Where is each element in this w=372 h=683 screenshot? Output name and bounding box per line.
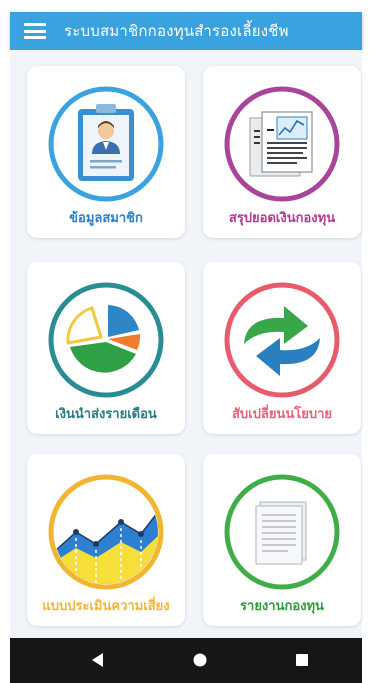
back-icon xyxy=(92,653,103,667)
risk-assessment-icon xyxy=(46,472,166,592)
hamburger-menu-icon[interactable] xyxy=(24,23,46,39)
recent-apps-button[interactable] xyxy=(272,638,332,683)
menu-grid: ข้อมูลสมาชิก สรุปยอดเงินกองทุน เงินนำส่ง… xyxy=(10,50,362,638)
menu-label-fund-report: รายงานกองทุน xyxy=(240,599,324,614)
menu-label-member-info: ข้อมูลสมาชิก xyxy=(69,211,143,226)
menu-card-risk-assessment[interactable]: แบบประเมินความเสี่ยง xyxy=(27,454,185,626)
fund-report-icon xyxy=(222,472,342,592)
app-bar: ระบบสมาชิกกองทุนสำรองเลี้ยงชีพ xyxy=(10,12,362,50)
menu-card-member-info[interactable]: ข้อมูลสมาชิก xyxy=(27,66,185,238)
recent-apps-icon xyxy=(296,654,308,666)
home-icon xyxy=(193,653,207,667)
app-title: ระบบสมาชิกกองทุนสำรองเลี้ยงชีพ xyxy=(64,22,289,40)
switch-policy-icon xyxy=(222,280,342,400)
menu-card-fund-summary[interactable]: สรุปยอดเงินกองทุน xyxy=(203,66,361,238)
home-button[interactable] xyxy=(170,638,230,683)
menu-card-fund-report[interactable]: รายงานกองทุน xyxy=(203,454,361,626)
menu-label-switch-policy: สับเปลี่ยนนโยบาย xyxy=(231,407,332,422)
menu-label-monthly-contribution: เงินนำส่งรายเดือน xyxy=(55,407,157,422)
menu-card-switch-policy[interactable]: สับเปลี่ยนนโยบาย xyxy=(203,262,361,434)
back-button[interactable] xyxy=(68,638,128,683)
phone-screen: ระบบสมาชิกกองทุนสำรองเลี้ยงชีพ ข้อมูลสมา… xyxy=(0,0,372,683)
menu-card-monthly-contribution[interactable]: เงินนำส่งรายเดือน xyxy=(27,262,185,434)
menu-label-fund-summary: สรุปยอดเงินกองทุน xyxy=(228,211,336,226)
monthly-contribution-icon xyxy=(46,280,166,400)
fund-summary-icon xyxy=(222,84,342,204)
system-navigation-bar xyxy=(10,638,362,683)
menu-label-risk-assessment: แบบประเมินความเสี่ยง xyxy=(42,599,170,614)
member-info-icon xyxy=(46,84,166,204)
